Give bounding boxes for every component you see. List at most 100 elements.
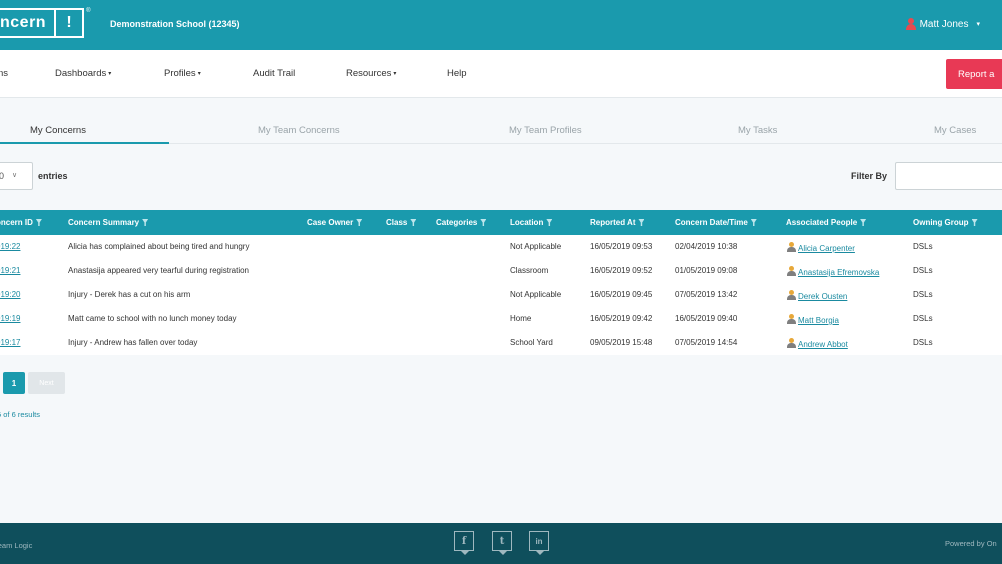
tab-my-concerns[interactable]: My Concerns <box>30 125 86 136</box>
next-page-button[interactable]: Next <box>28 372 65 394</box>
nav-item-concerns[interactable]: ns <box>0 68 8 79</box>
filter-icon[interactable] <box>638 219 645 226</box>
filter-icon[interactable] <box>480 219 487 226</box>
table-row[interactable]: 019:17 Injury - Andrew has fallen over t… <box>0 331 1002 355</box>
column-header-categories[interactable]: Categories <box>436 218 487 227</box>
user-name: Matt Jones <box>919 18 969 30</box>
column-header-concern-datetime[interactable]: Concern Date/Time <box>675 218 757 227</box>
column-header-label: Reported At <box>590 218 636 227</box>
nav-item-profiles[interactable]: Profiles ▾ <box>164 68 201 79</box>
person-icon <box>787 242 796 252</box>
associated-person[interactable]: Anastasija Efremovska <box>787 266 879 277</box>
nav-item-dashboards[interactable]: Dashboards ▾ <box>55 68 111 79</box>
column-header-class[interactable]: Class <box>386 218 417 227</box>
results-count: 5 of 6 results <box>0 410 40 419</box>
nav-item-label: Audit Trail <box>253 68 296 79</box>
reported-at-cell: 16/05/2019 09:53 <box>590 242 653 251</box>
owning-group-cell: DSLs <box>913 314 933 323</box>
owning-group-cell: DSLs <box>913 290 933 299</box>
concern-summary: Injury - Derek has a cut on his arm <box>68 290 191 299</box>
filter-icon[interactable] <box>750 219 757 226</box>
column-header-label: Class <box>386 218 408 227</box>
concern-id-link[interactable]: 019:17 <box>0 338 20 347</box>
concern-id-link[interactable]: 019:20 <box>0 290 20 299</box>
associated-person[interactable]: Alicia Carpenter <box>787 242 855 253</box>
nav-item-label: Resources <box>346 68 392 79</box>
column-header-label: Location <box>510 218 544 227</box>
tab-my-team-concerns[interactable]: My Team Concerns <box>258 125 340 136</box>
location-cell: Not Applicable <box>510 290 562 299</box>
table-row[interactable]: 019:20 Injury - Derek has a cut on his a… <box>0 283 1002 307</box>
page-1-button[interactable]: 1 <box>3 372 25 394</box>
concern-id-link[interactable]: 019:21 <box>0 266 20 275</box>
filter-icon[interactable] <box>546 219 553 226</box>
footer-powered-by: Powered by On <box>945 539 997 548</box>
linkedin-icon[interactable]: in <box>529 531 549 555</box>
column-header-label: Categories <box>436 218 478 227</box>
filter-label: Filter By <box>851 171 888 181</box>
nav-item-audit-trail[interactable]: Audit Trail <box>253 68 295 79</box>
logo-wordmark: ncern <box>0 8 57 38</box>
column-header-case-owner[interactable]: Case Owner <box>307 218 363 227</box>
top-header: ncern ! ® Demonstration School (12345) M… <box>0 0 1002 50</box>
concern-tabs: My Concerns My Team Concerns My Team Pro… <box>0 118 1002 144</box>
concern-id-link[interactable]: 019:22 <box>0 242 20 251</box>
active-tab-indicator <box>0 142 169 144</box>
associated-person[interactable]: Andrew Abbot <box>787 338 848 349</box>
nav-item-help[interactable]: Help <box>447 68 467 79</box>
filter-icon[interactable] <box>410 219 417 226</box>
associated-person[interactable]: Matt Borgia <box>787 314 839 325</box>
user-menu[interactable]: Matt Jones ▾ <box>905 18 980 30</box>
filter-icon[interactable] <box>142 219 149 226</box>
concern-summary: Matt came to school with no lunch money … <box>68 314 237 323</box>
column-header-label: Owning Group <box>913 218 969 227</box>
tab-my-team-profiles[interactable]: My Team Profiles <box>509 125 582 136</box>
person-link[interactable]: Matt Borgia <box>798 316 839 325</box>
main-nav: ns Dashboards ▾ Profiles ▾ Audit Trail Res… <box>0 50 1002 98</box>
concern-datetime-cell: 07/05/2019 14:54 <box>675 338 738 347</box>
nav-item-label: ns <box>0 68 9 79</box>
location-cell: Home <box>510 314 532 323</box>
logo-exclamation-icon: ! <box>56 8 85 38</box>
person-link[interactable]: Derek Ousten <box>798 292 847 301</box>
table-row[interactable]: 019:19 Matt came to school with no lunch… <box>0 307 1002 331</box>
filter-icon[interactable] <box>35 219 42 226</box>
concern-id-link[interactable]: 019:19 <box>0 314 20 323</box>
concern-datetime-cell: 16/05/2019 09:40 <box>675 314 738 323</box>
reported-at-cell: 16/05/2019 09:45 <box>590 290 653 299</box>
chevron-down-icon: ▾ <box>393 70 397 77</box>
table-row[interactable]: 019:22 Alicia has complained about being… <box>0 235 1002 259</box>
associated-person[interactable]: Derek Ousten <box>787 290 847 301</box>
person-icon <box>787 266 796 276</box>
concern-summary: Anastasija appeared very tearful during … <box>68 266 249 275</box>
nav-item-resources[interactable]: Resources ▾ <box>346 68 396 79</box>
column-header-location[interactable]: Location <box>510 218 553 227</box>
column-header-owning-group[interactable]: Owning Group <box>913 218 978 227</box>
nav-item-label: Dashboards <box>55 68 107 79</box>
person-link[interactable]: Alicia Carpenter <box>798 244 855 253</box>
tab-my-cases[interactable]: My Cases <box>934 125 976 136</box>
filter-icon[interactable] <box>860 219 867 226</box>
app-logo[interactable]: ncern ! ® <box>0 8 91 38</box>
column-header-concern-summary[interactable]: Concern Summary <box>68 218 149 227</box>
concern-datetime-cell: 01/05/2019 09:08 <box>675 266 738 275</box>
column-header-concern-id[interactable]: oncern ID <box>0 218 42 227</box>
filter-input[interactable] <box>895 162 1002 190</box>
column-header-reported-at[interactable]: Reported At <box>590 218 645 227</box>
facebook-icon[interactable]: f <box>454 531 474 555</box>
reported-at-cell: 09/05/2019 15:48 <box>590 338 653 347</box>
person-link[interactable]: Anastasija Efremovska <box>798 268 879 277</box>
filter-icon[interactable] <box>971 219 978 226</box>
entries-select[interactable]: 0 ∨ <box>0 162 33 190</box>
chevron-down-icon: ▾ <box>108 70 112 77</box>
concern-datetime-cell: 02/04/2019 10:38 <box>675 242 738 251</box>
location-cell: Classroom <box>510 266 549 275</box>
report-concern-button[interactable]: Report a <box>946 59 1002 89</box>
filter-icon[interactable] <box>356 219 363 226</box>
column-header-associated-people[interactable]: Associated People <box>786 218 867 227</box>
tab-my-tasks[interactable]: My Tasks <box>738 125 777 136</box>
person-link[interactable]: Andrew Abbot <box>798 340 848 349</box>
column-header-label: Concern Date/Time <box>675 218 748 227</box>
table-row[interactable]: 019:21 Anastasija appeared very tearful … <box>0 259 1002 283</box>
twitter-icon[interactable]: t <box>492 531 512 555</box>
